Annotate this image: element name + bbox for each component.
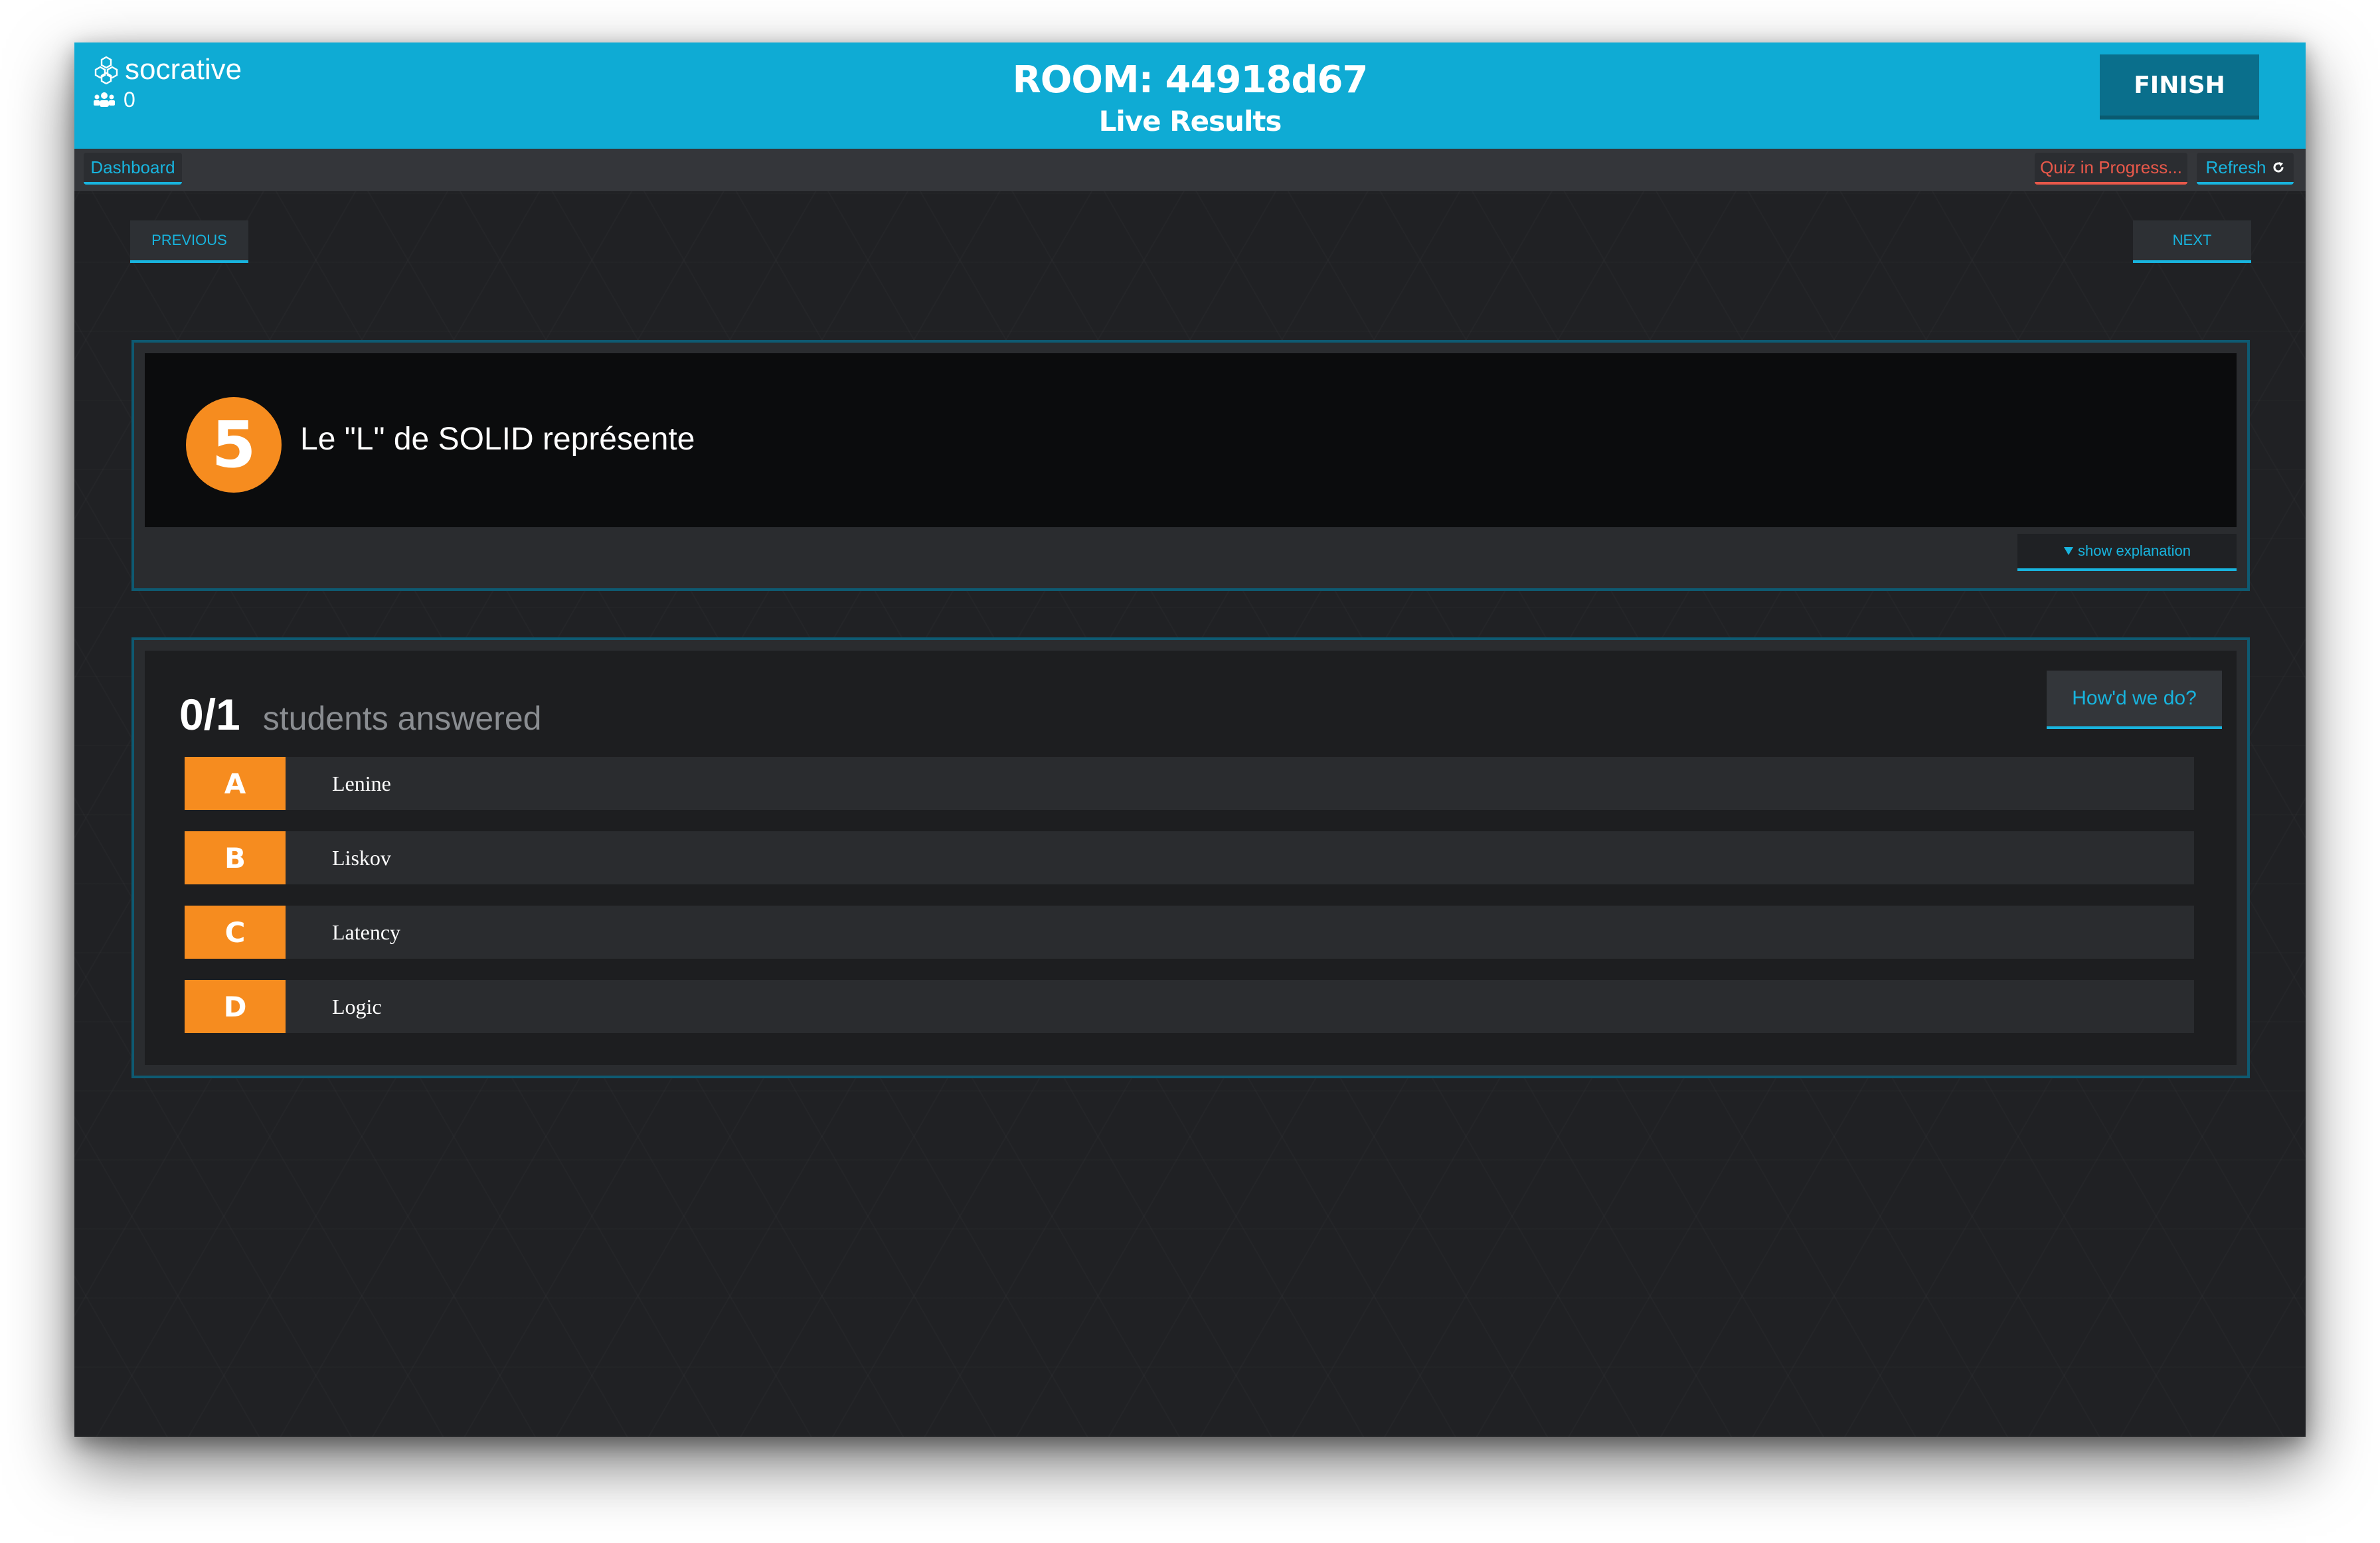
- sub-navigation: Dashboard Quiz in Progress... Refresh: [74, 149, 2306, 191]
- answer-text: Logic: [332, 994, 382, 1018]
- answer-row-d: D Logic: [185, 980, 2194, 1033]
- next-button[interactable]: NEXT: [2133, 220, 2251, 263]
- answer-row-a: A Lenine: [185, 757, 2194, 810]
- question-box: 5 Le "L" de SOLID représente: [145, 353, 2237, 527]
- answer-list: A Lenine B Liskov C Latency D Logic: [185, 757, 2194, 1054]
- answer-row-c: C Latency: [185, 906, 2194, 959]
- answer-row-b: B Liskov: [185, 831, 2194, 884]
- previous-button[interactable]: PREVIOUS: [130, 220, 248, 263]
- howd-we-do-button[interactable]: How'd we do?: [2047, 671, 2222, 729]
- show-explanation-label: show explanation: [2077, 542, 2191, 559]
- refresh-icon: [2273, 162, 2284, 173]
- question-panel: 5 Le "L" de SOLID représente show explan…: [131, 340, 2250, 591]
- quiz-in-progress-button[interactable]: Quiz in Progress...: [2035, 153, 2187, 185]
- page-subtitle: Live Results: [1098, 105, 1282, 137]
- room-title: ROOM: 44918d67: [1012, 58, 1369, 102]
- header-bar: socrative 0 ROOM: 44918d67 Live Results …: [74, 42, 2306, 149]
- app-window: socrative 0 ROOM: 44918d67 Live Results …: [74, 42, 2306, 1437]
- answer-letter: D: [185, 980, 286, 1033]
- question-text: Le "L" de SOLID représente: [300, 422, 695, 457]
- refresh-button[interactable]: Refresh: [2197, 153, 2294, 185]
- triangle-down-icon: [2063, 547, 2073, 555]
- results-box: 0/1 students answered How'd we do? A Len…: [145, 651, 2237, 1065]
- answer-letter: B: [185, 831, 286, 884]
- answer-letter: A: [185, 757, 286, 810]
- answered-summary: 0/1 students answered: [179, 689, 541, 740]
- finish-button[interactable]: FINISH: [2100, 54, 2259, 116]
- answer-text: Lenine: [332, 771, 391, 795]
- refresh-label: Refresh: [2205, 157, 2266, 177]
- show-explanation-button[interactable]: show explanation: [2017, 534, 2237, 571]
- answered-count: 0/1: [179, 690, 240, 739]
- question-number-badge: 5: [186, 397, 282, 493]
- answered-label: students answered: [262, 700, 542, 737]
- dashboard-button[interactable]: Dashboard: [84, 153, 182, 185]
- answer-text: Latency: [332, 920, 401, 944]
- answer-letter: C: [185, 906, 286, 959]
- answer-text: Liskov: [332, 845, 391, 870]
- results-panel: 0/1 students answered How'd we do? A Len…: [131, 637, 2250, 1078]
